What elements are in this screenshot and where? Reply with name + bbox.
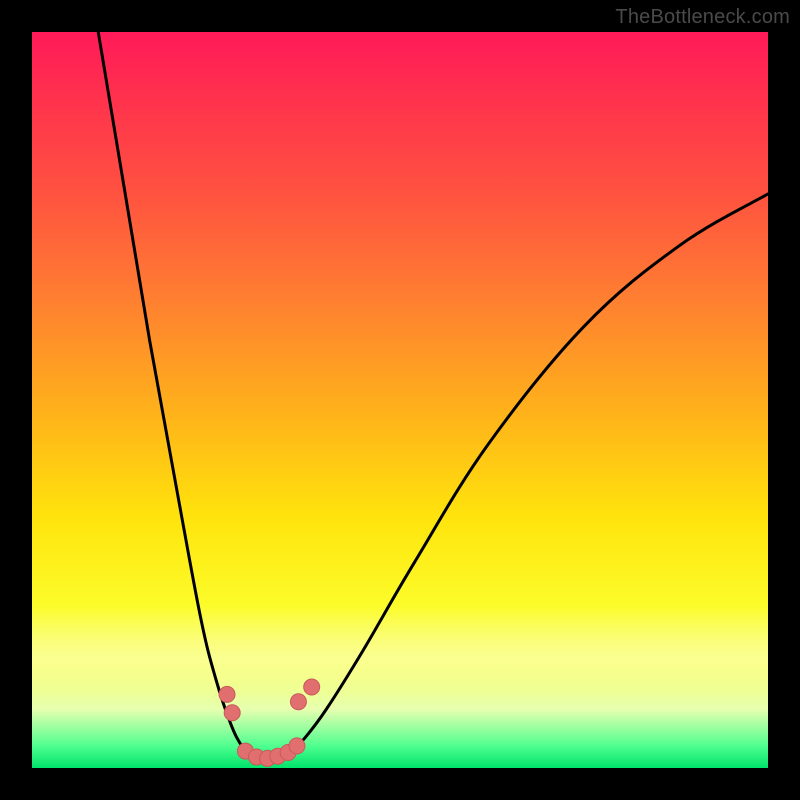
bottleneck-curves: [98, 32, 768, 761]
curve-right-branch: [290, 194, 768, 753]
plot-area: [32, 32, 768, 768]
valley-marker-1: [224, 705, 240, 721]
curve-layer: [32, 32, 768, 768]
valley-marker-8: [290, 694, 306, 710]
curve-left-branch: [98, 32, 253, 757]
watermark-text: TheBottleneck.com: [615, 6, 790, 29]
outer-frame: TheBottleneck.com: [0, 0, 800, 800]
valley-marker-9: [304, 679, 320, 695]
valley-marker-dots: [219, 679, 320, 766]
valley-marker-0: [219, 686, 235, 702]
valley-marker-7: [289, 738, 305, 754]
